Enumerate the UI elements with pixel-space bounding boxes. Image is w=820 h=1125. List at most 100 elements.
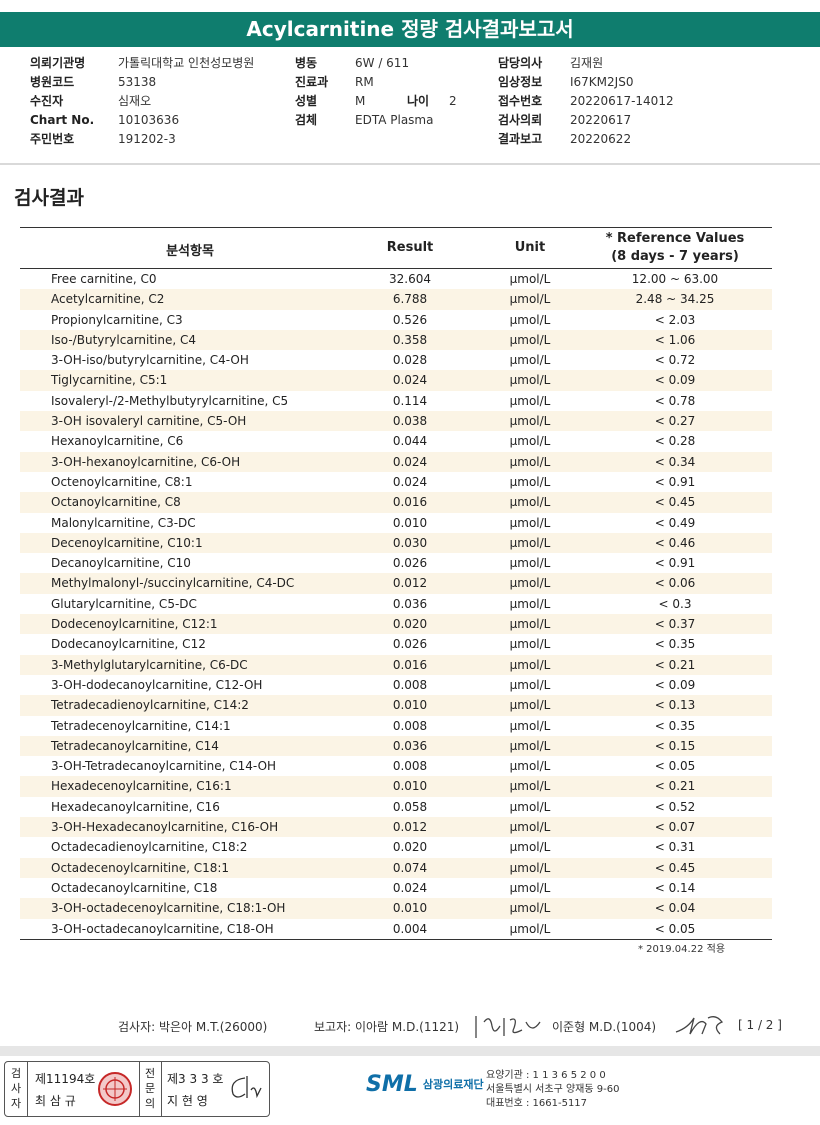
reference-value: < 0.13 <box>654 698 696 713</box>
certificate-box: 검사자 제11194호 최 삼 규 전문의 제3 3 3 호 지 현 영 <box>4 1061 270 1117</box>
result-value: 0.008 <box>392 677 428 692</box>
reference-value: < 0.49 <box>654 515 696 530</box>
reference-value: < 0.05 <box>654 921 696 936</box>
analyte-name: 3-OH isovaleryl carnitine, C5-OH <box>51 414 247 429</box>
institution-label: 의뢰기관명 <box>30 56 86 70</box>
unit-value: μmol/L <box>509 434 551 449</box>
report-date-value: 20220622 <box>570 132 632 146</box>
result-value: 0.010 <box>392 698 428 713</box>
ward-label: 병동 <box>295 56 318 70</box>
analyte-name: Tetradecadienoylcarnitine, C14:2 <box>51 698 249 713</box>
institution-value: 가톨릭대학교 인천성모병원 <box>118 56 255 70</box>
result-value: 32.604 <box>389 272 431 286</box>
unit-value: μmol/L <box>509 820 551 835</box>
table-row: Tiglycarnitine, C5:1 0.024 μmol/L < 0.09 <box>20 370 772 391</box>
header-ref-line1: * Reference Values <box>605 231 745 246</box>
table-row: Tetradecanoylcarnitine, C14 0.036 μmol/L < … <box>20 735 772 757</box>
analyte-name: Dodecenoylcarnitine, C12:1 <box>51 617 218 632</box>
reference-value: < 0.72 <box>654 353 696 368</box>
analyte-name: 3-Methylglutarylcarnitine, C6-DC <box>51 657 248 672</box>
table-row: Dodecanoylcarnitine, C12 0.026 μmol/L < 0.3… <box>20 634 772 654</box>
analyte-name: Octadecadienoylcarnitine, C18:2 <box>51 840 248 855</box>
header-divider <box>0 163 820 165</box>
header-item: 분석항목 <box>166 244 214 259</box>
table-row: Methylmalonyl-/succinylcarnitine, C4-DC 0… <box>20 573 772 594</box>
analyte-name: Acetylcarnitine, C2 <box>51 292 165 307</box>
signature-icon <box>675 1016 724 1035</box>
unit-value: μmol/L <box>509 332 551 347</box>
reference-value: < 0.91 <box>654 474 696 489</box>
reference-value: < 0.21 <box>654 779 696 794</box>
result-value: 0.020 <box>392 617 428 632</box>
analyte-name: 3-OH-iso/butyrylcarnitine, C4-OH <box>51 353 249 368</box>
table-row: Hexadecenoylcarnitine, C16:1 0.010 μmol/L <… <box>20 776 772 797</box>
analyte-name: Methylmalonyl-/succinylcarnitine, C4-DC <box>51 576 295 591</box>
unit-value: μmol/L <box>509 718 551 733</box>
result-value: 0.074 <box>392 860 428 875</box>
unit-value: μmol/L <box>509 698 551 713</box>
result-value: 0.012 <box>392 820 428 835</box>
unit-value: μmol/L <box>509 292 551 307</box>
reference-value: < 0.78 <box>654 393 696 408</box>
analyte-name: Decenoylcarnitine, C10:1 <box>51 535 203 550</box>
table-row: Hexanoylcarnitine, C6 0.044 μmol/L < 0.28 <box>20 431 772 451</box>
result-value: 0.024 <box>392 373 428 388</box>
patient-name-label: 수진자 <box>30 94 64 108</box>
result-value: 0.010 <box>392 515 428 530</box>
result-value: 0.030 <box>392 535 428 550</box>
reference-value: < 0.27 <box>654 414 696 429</box>
result-value: 0.004 <box>392 921 428 936</box>
reference-value: < 0.05 <box>654 759 696 774</box>
result-value: 0.010 <box>392 779 428 794</box>
table-row: Octadecadienoylcarnitine, C18:2 0.020 μmol… <box>20 837 772 857</box>
signature-icon <box>231 1076 262 1099</box>
result-value: 0.058 <box>392 799 428 814</box>
request-date-value: 20220617 <box>570 113 632 127</box>
table-row: Tetradecenoylcarnitine, C14:1 0.008 μmol/L… <box>20 716 772 736</box>
result-value: 0.358 <box>392 332 428 347</box>
unit-value: μmol/L <box>509 840 551 855</box>
reference-value: < 0.46 <box>654 535 696 550</box>
result-value: 0.016 <box>392 657 428 672</box>
lab-line-3: 대표번호 : 1661-5117 <box>486 1098 588 1109</box>
analyte-name: Hexanoylcarnitine, C6 <box>51 434 184 449</box>
reference-value: < 0.09 <box>654 677 696 692</box>
seal-icon <box>98 1072 132 1106</box>
reference-value: 12.00 ~ 63.00 <box>631 272 719 286</box>
hospital-code-label: 병원코드 <box>30 75 75 89</box>
reference-value: < 0.07 <box>654 820 696 835</box>
result-value: 0.024 <box>392 880 428 895</box>
unit-value: μmol/L <box>509 779 551 794</box>
reference-value: < 0.35 <box>654 637 696 652</box>
result-value: 0.024 <box>392 454 428 469</box>
analyte-name: 3-OH-Tetradecanoylcarnitine, C14-OH <box>51 759 277 774</box>
table-row: 3-OH-Hexadecanoylcarnitine, C16-OH 0.012 μ… <box>20 817 772 838</box>
reference-value: < 2.03 <box>654 312 696 327</box>
report-title: Acylcarnitine 정량 검사결과보고서 <box>0 12 820 47</box>
result-value: 0.026 <box>392 637 428 652</box>
result-value: 0.008 <box>392 718 428 733</box>
doctor-label: 담당의사 <box>498 56 543 70</box>
sex-label: 성별 <box>295 94 318 108</box>
patient-info-col1: 의뢰기관명 가톨릭대학교 인천성모병원 병원코드 53138 수진자 심재오 Char… <box>30 54 254 149</box>
table-row: Glutarylcarnitine, C5-DC 0.036 μmol/L < 0.3 <box>20 594 772 614</box>
result-value: 0.012 <box>392 576 428 591</box>
reference-value: < 0.14 <box>654 880 696 895</box>
reference-value: < 1.06 <box>654 332 696 347</box>
header-ref-line2: (8 days - 7 years) <box>611 249 739 264</box>
lab-info: 요양기관 : 1 1 3 6 5 2 0 0 서울특별시 서초구 양재동 9-6… <box>486 1069 619 1111</box>
table-row: Free carnitine, C0 32.604 μmol/L 12.00 ~ 63… <box>20 269 772 289</box>
patient-info-col3: 담당의사 김재원 임상정보 I67KM2JS0 접수번호 20220617-14012… <box>498 54 674 149</box>
result-value: 0.028 <box>392 353 428 368</box>
reference-value: < 0.37 <box>654 617 696 632</box>
analyte-name: Tetradecenoylcarnitine, C14:1 <box>51 718 231 733</box>
reference-value: < 0.91 <box>654 556 696 571</box>
reporter-sign: 보고자: 이아람 M.D.(1121) <box>314 1020 460 1034</box>
reference-value: < 0.06 <box>654 576 696 591</box>
cert-name-2: 지 현 영 <box>167 1094 208 1108</box>
cert-no-1: 제11194호 <box>35 1072 96 1086</box>
table-row: Isovaleryl-/2-Methylbutyrylcarnitine, C5… <box>20 391 772 411</box>
chart-no-value: 10103636 <box>118 113 180 127</box>
unit-value: μmol/L <box>509 495 551 510</box>
report-date-label: 결과보고 <box>498 132 543 146</box>
